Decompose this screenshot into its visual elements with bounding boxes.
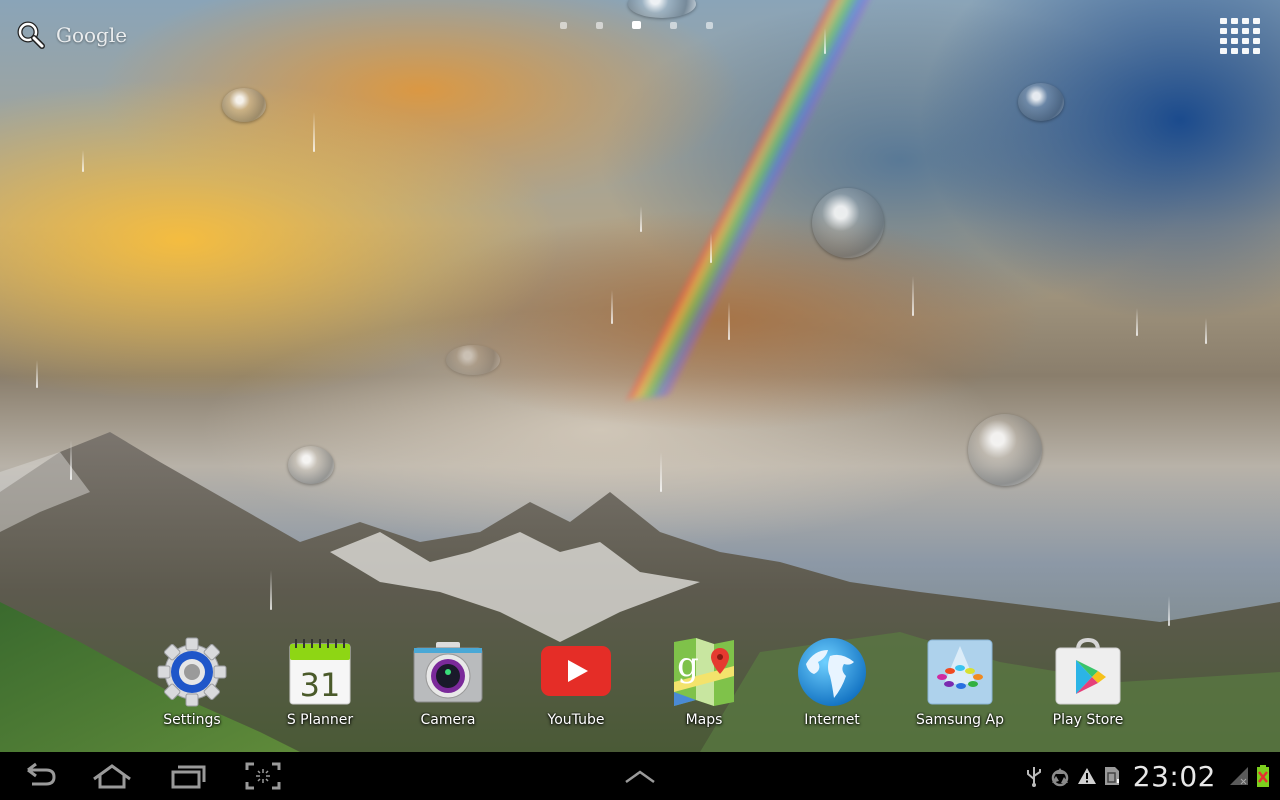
- rain-streak: [660, 452, 662, 492]
- globe-icon: [796, 636, 868, 708]
- rain-streak: [728, 302, 730, 340]
- app-label: Internet: [804, 712, 860, 728]
- apps-grid-icon: [1220, 18, 1227, 24]
- play-store-icon: [1052, 636, 1124, 708]
- rain-streak: [640, 206, 642, 232]
- screenshot-button[interactable]: [244, 760, 282, 792]
- app-label: Samsung Ap: [916, 712, 1004, 728]
- back-icon: [27, 762, 56, 786]
- page-dot[interactable]: [670, 22, 677, 29]
- clock: 23:02: [1132, 759, 1216, 793]
- app-maps[interactable]: g Maps: [644, 636, 764, 728]
- app-samsung-apps[interactable]: Samsung Ap: [900, 636, 1020, 728]
- app-s-planner[interactable]: 31 S Planner: [260, 636, 380, 728]
- rain-streak: [611, 290, 613, 324]
- youtube-icon: [540, 636, 612, 708]
- calendar-day-number: 31: [300, 666, 341, 704]
- samsung-apps-icon: [924, 636, 996, 708]
- app-dock: Settings 31 S Planner Camera YouTube g M…: [0, 636, 1280, 736]
- rain-streak: [1168, 596, 1170, 626]
- app-camera[interactable]: Camera: [388, 636, 508, 728]
- maps-icon: g: [668, 636, 740, 708]
- warning-icon: [1077, 768, 1096, 784]
- rain-streak: [270, 570, 272, 610]
- chevron-up-icon: [625, 770, 655, 784]
- page-dot[interactable]: [560, 22, 567, 29]
- home-button[interactable]: [90, 760, 134, 792]
- calendar-icon: 31: [284, 636, 356, 708]
- water-drop: [1018, 83, 1064, 121]
- svg-text:g: g: [677, 645, 699, 685]
- status-area[interactable]: 23:02: [1025, 752, 1270, 800]
- app-youtube[interactable]: YouTube: [516, 636, 636, 728]
- app-label: YouTube: [547, 712, 605, 728]
- water-drop: [222, 88, 266, 122]
- water-drop: [968, 414, 1042, 486]
- app-settings[interactable]: Settings: [132, 636, 252, 728]
- no-signal-icon: [1230, 767, 1248, 785]
- rain-streak: [710, 233, 712, 263]
- page-indicator: [560, 21, 713, 29]
- back-button[interactable]: [20, 760, 60, 792]
- sd-card-icon: [1104, 767, 1119, 785]
- recycle-icon: [1051, 768, 1069, 787]
- search-icon: [17, 21, 45, 49]
- recent-apps-icon: [171, 765, 206, 789]
- usb-icon: [1026, 767, 1041, 787]
- settings-gear-icon: [156, 636, 228, 708]
- app-label: Play Store: [1052, 712, 1124, 728]
- rain-streak: [1205, 318, 1207, 344]
- app-label: Settings: [163, 712, 221, 728]
- app-label: Camera: [420, 712, 476, 728]
- navigation-bar: 23:02: [0, 752, 1280, 800]
- camera-icon: [412, 636, 484, 708]
- screenshot-capture-icon: [245, 762, 281, 790]
- rain-streak: [313, 112, 315, 152]
- water-drop: [446, 345, 500, 375]
- page-dot[interactable]: [706, 22, 713, 29]
- quick-panel-button[interactable]: [622, 760, 658, 792]
- apps-grid-button[interactable]: [1220, 16, 1260, 56]
- app-internet[interactable]: Internet: [772, 636, 892, 728]
- rain-streak: [824, 28, 826, 54]
- app-play-store[interactable]: Play Store: [1028, 636, 1148, 728]
- water-drop: [288, 446, 334, 484]
- app-label: Maps: [685, 712, 723, 728]
- home-icon: [93, 764, 131, 789]
- google-search-button[interactable]: Google: [16, 20, 127, 50]
- rain-streak: [1136, 308, 1138, 336]
- water-drop: [628, 0, 696, 18]
- rain-streak: [70, 440, 72, 480]
- google-search-label: Google: [56, 23, 128, 47]
- rain-streak: [912, 276, 914, 316]
- rain-streak: [82, 150, 84, 172]
- battery-error-icon: [1257, 765, 1269, 787]
- app-label: S Planner: [286, 712, 354, 728]
- page-dot[interactable]: [596, 22, 603, 29]
- water-drop: [812, 188, 884, 258]
- rain-streak: [36, 360, 38, 388]
- page-dot-active[interactable]: [632, 21, 641, 29]
- recent-apps-button[interactable]: [168, 760, 208, 792]
